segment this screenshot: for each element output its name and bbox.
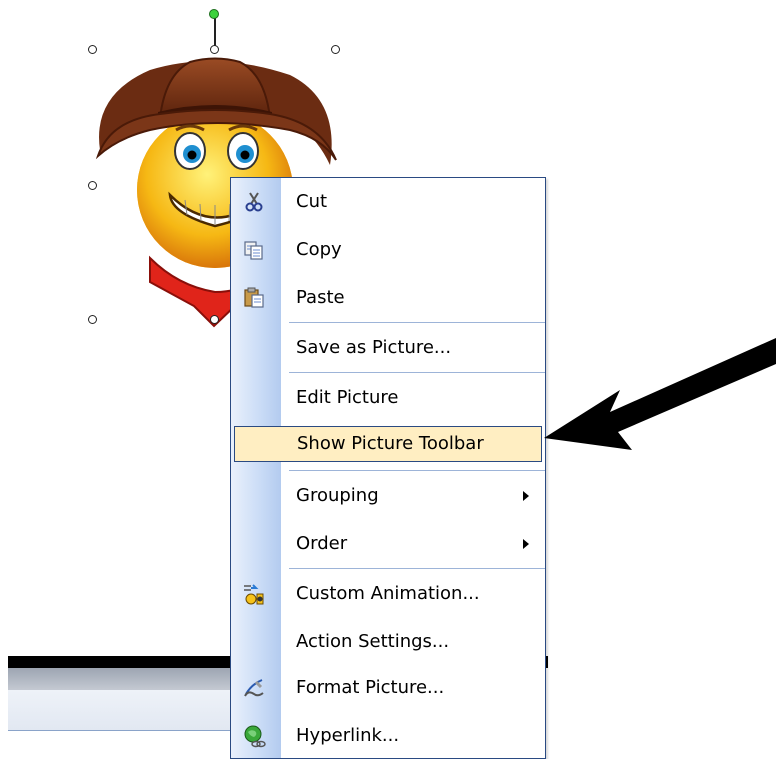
- menu-item-label: Paste: [296, 287, 345, 308]
- resize-handle-left[interactable]: [88, 181, 97, 190]
- menu-item-hyperlink[interactable]: Hyperlink...: [231, 715, 545, 757]
- menu-item-label: Edit Picture: [296, 387, 399, 408]
- resize-handle-top[interactable]: [210, 45, 219, 54]
- format-picture-icon: [241, 676, 267, 700]
- submenu-arrow-icon: [523, 539, 529, 549]
- resize-handle-top-right[interactable]: [331, 45, 340, 54]
- menu-item-order[interactable]: Order: [231, 523, 545, 565]
- menu-item-label: Save as Picture...: [296, 337, 452, 358]
- scissors-icon: [241, 190, 267, 214]
- menu-item-paste[interactable]: Paste: [231, 277, 545, 319]
- menu-item-label: Copy: [296, 239, 342, 260]
- menu-item-label: Custom Animation...: [296, 583, 480, 604]
- resize-handle-bottom[interactable]: [210, 315, 219, 324]
- menu-item-show-picture-toolbar[interactable]: Show Picture Toolbar: [234, 426, 542, 462]
- menu-separator: [289, 470, 545, 471]
- menu-item-format-picture[interactable]: Format Picture...: [231, 667, 545, 709]
- menu-item-copy[interactable]: Copy: [231, 229, 545, 271]
- menu-item-label: Order: [296, 533, 348, 554]
- paste-icon: [241, 286, 267, 310]
- menu-separator: [289, 568, 545, 569]
- menu-item-custom-animation[interactable]: Custom Animation...: [231, 573, 545, 615]
- menu-separator: [289, 372, 545, 373]
- toolbar-strip: [8, 668, 230, 690]
- resize-handle-bottom-left[interactable]: [88, 315, 97, 324]
- menu-item-action-settings[interactable]: Action Settings...: [231, 621, 545, 663]
- menu-item-edit-picture[interactable]: Edit Picture: [231, 377, 545, 419]
- menu-item-label: Show Picture Toolbar: [297, 433, 484, 454]
- menu-item-label: Cut: [296, 191, 328, 212]
- menu-item-label: Grouping: [296, 485, 379, 506]
- menu-separator: [289, 322, 545, 323]
- window-frame-edge: [8, 656, 230, 668]
- menu-item-save-as-picture[interactable]: Save as Picture...: [231, 327, 545, 369]
- submenu-arrow-icon: [523, 491, 529, 501]
- menu-item-label: Hyperlink...: [296, 725, 400, 746]
- menu-item-label: Format Picture...: [296, 677, 445, 698]
- hyperlink-icon: [241, 724, 267, 748]
- menu-item-cut[interactable]: Cut: [231, 181, 545, 223]
- menu-item-label: Action Settings...: [296, 631, 450, 652]
- annotation-arrow-icon: [544, 338, 776, 450]
- resize-handle-top-left[interactable]: [88, 45, 97, 54]
- custom-animation-icon: [241, 582, 267, 606]
- rotation-handle[interactable]: [209, 9, 219, 19]
- rotation-connector: [214, 17, 216, 48]
- toolbar-area: [8, 690, 230, 731]
- context-menu: Cut Copy Paste Save as Picture... Edit P…: [230, 177, 546, 759]
- copy-icon: [241, 238, 267, 262]
- menu-item-grouping[interactable]: Grouping: [231, 475, 545, 517]
